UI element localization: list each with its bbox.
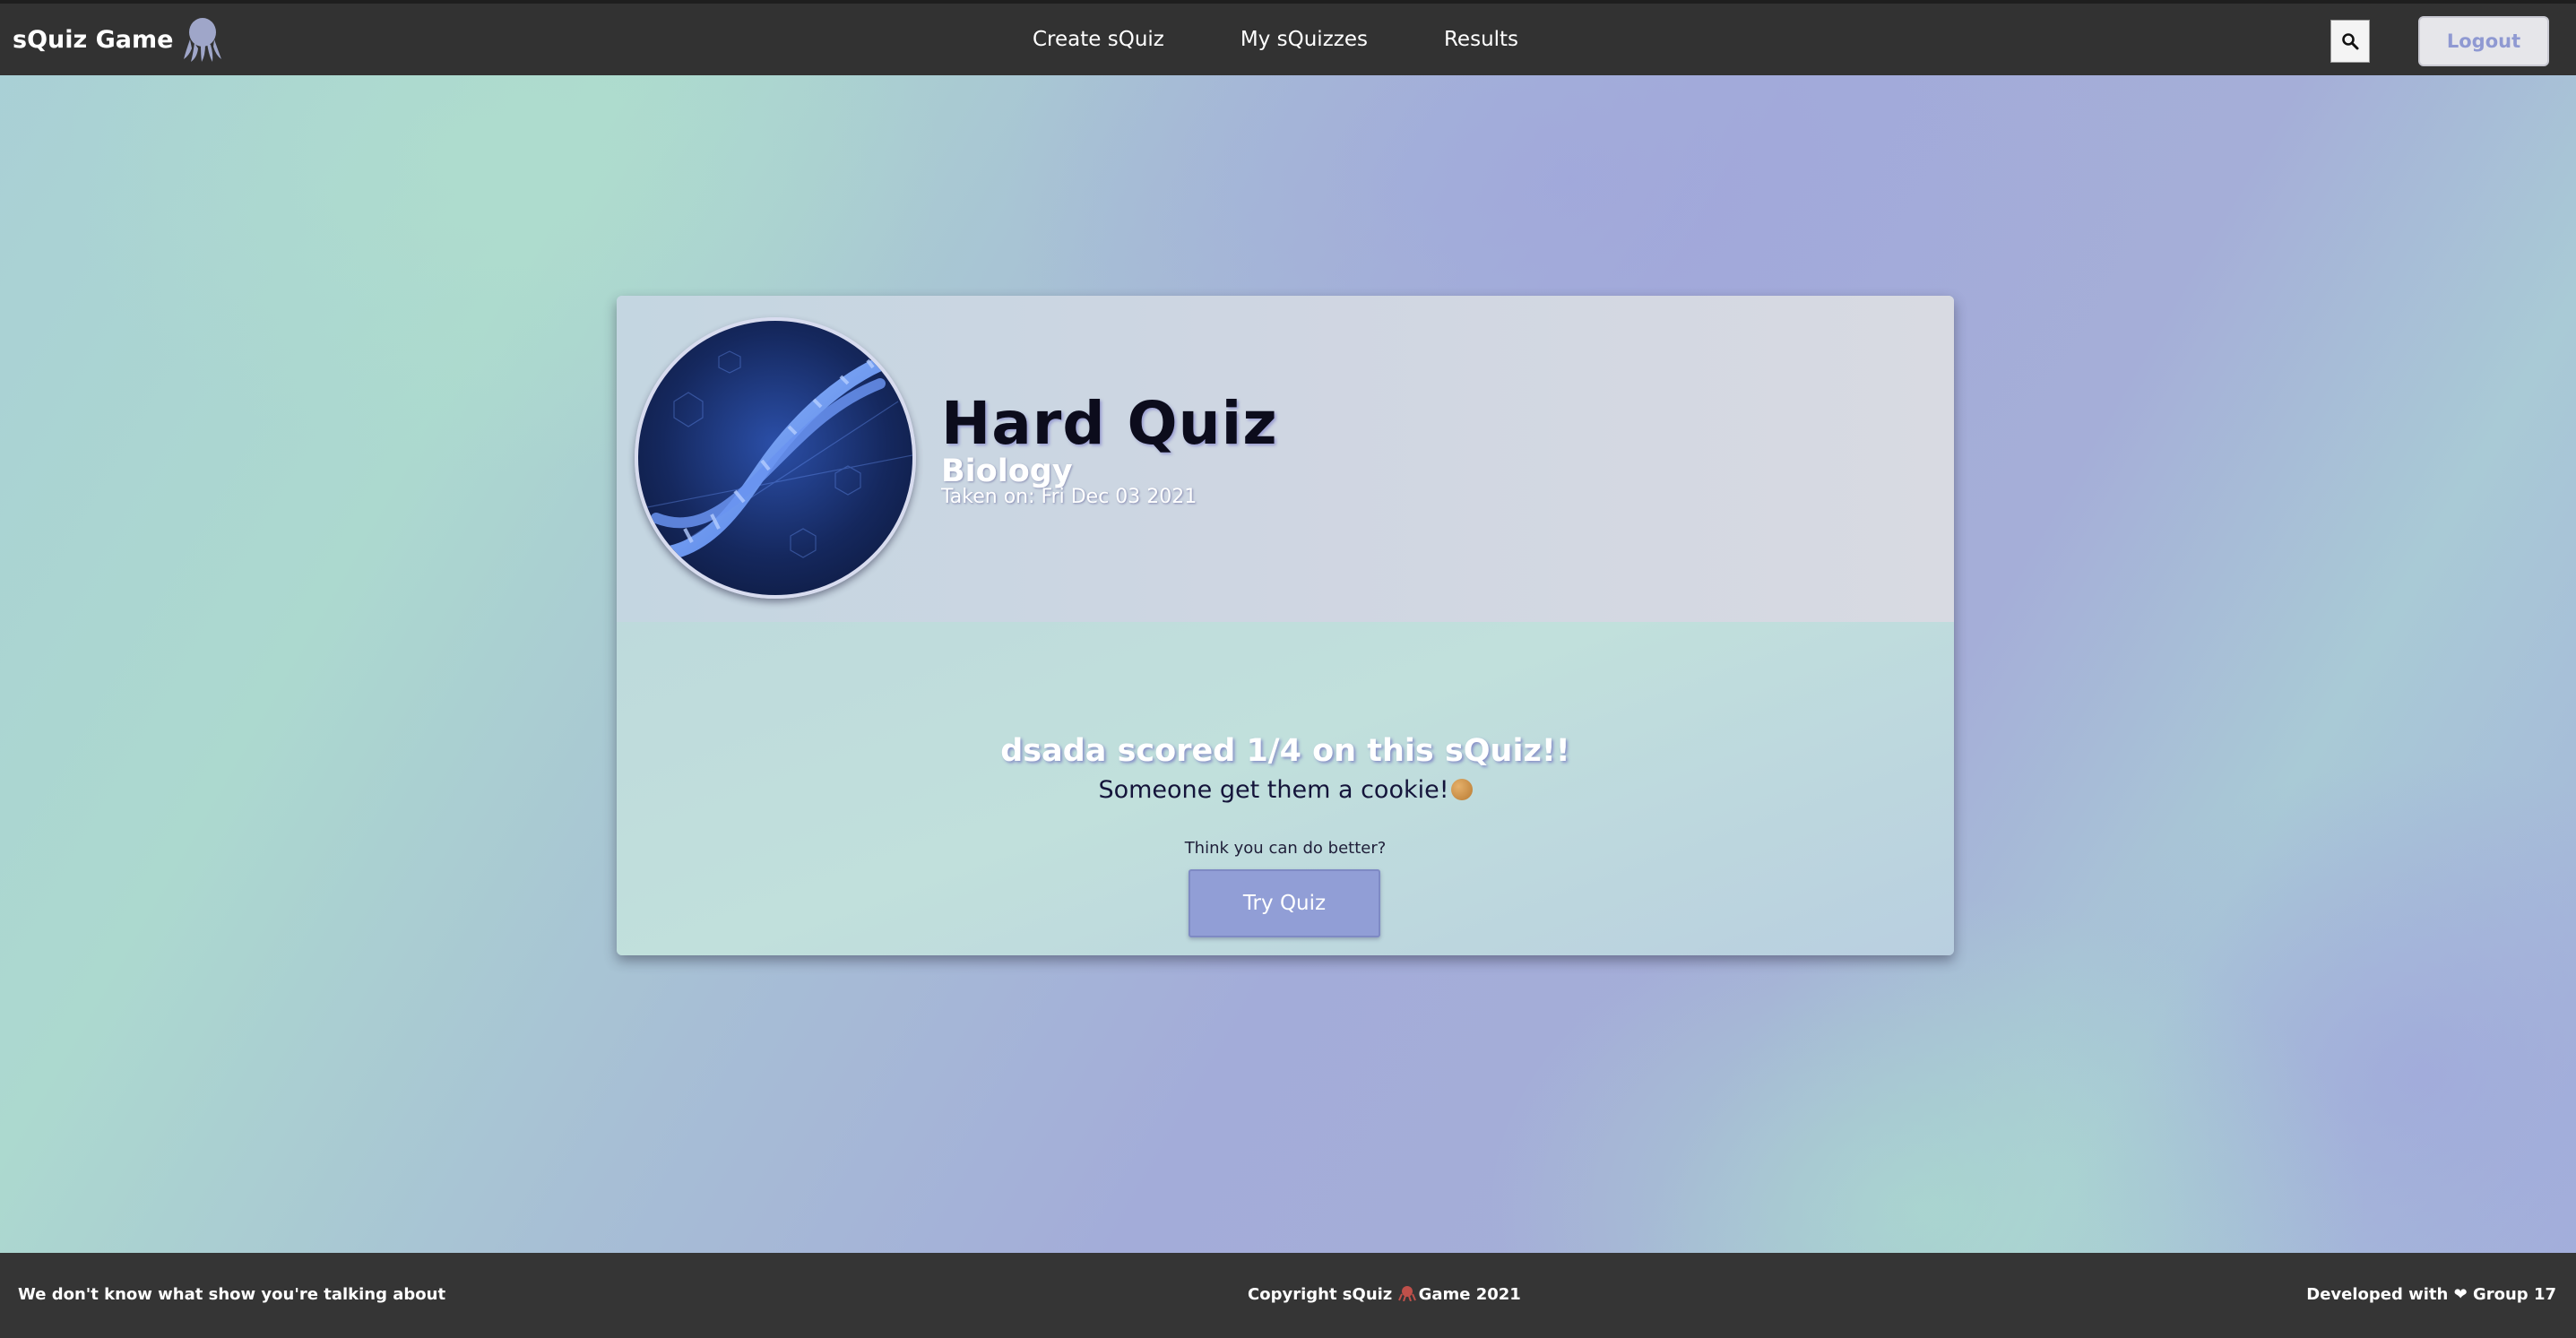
octopus-icon: [1397, 1286, 1416, 1302]
nav-results[interactable]: Results: [1444, 28, 1518, 51]
challenge-prompt: Think you can do better?: [1184, 839, 1387, 858]
quiz-taken-date: Taken on: Fri Dec 03 2021: [941, 486, 1197, 508]
try-quiz-button[interactable]: Try Quiz: [1189, 869, 1380, 937]
search-button[interactable]: [2330, 20, 2370, 63]
quiz-image: [635, 317, 916, 599]
footer: We don't know what show you're talking a…: [0, 1253, 2576, 1338]
cookie-message: Someone get them a cookie!: [617, 776, 1954, 804]
top-navbar: sQuiz Game Create sQuiz My sQuizzes Resu…: [0, 4, 2576, 75]
result-card: Hard Quiz Biology Taken on: Fri Dec 03 2…: [617, 296, 1954, 955]
footer-copyright-post: Game 2021: [1418, 1285, 1521, 1304]
quiz-title: Hard Quiz: [941, 389, 1278, 458]
main-nav: Create sQuiz My sQuizzes Results: [1033, 4, 1595, 75]
nav-create-squiz[interactable]: Create sQuiz: [1033, 28, 1164, 51]
search-icon: [2342, 33, 2359, 50]
logout-button[interactable]: Logout: [2418, 16, 2549, 66]
footer-copyright: Copyright sQuiz Game 2021: [1248, 1285, 1521, 1304]
nav-my-squizzes[interactable]: My sQuizzes: [1240, 28, 1368, 51]
cookie-icon: [1450, 779, 1473, 800]
score-message: dsada scored 1/4 on this sQuiz!!: [1000, 733, 1570, 769]
brand[interactable]: sQuiz Game: [13, 4, 223, 75]
quiz-topic: Biology: [941, 453, 1073, 489]
octopus-icon: [184, 18, 222, 62]
dna-helix-image: [638, 350, 912, 561]
brand-label: sQuiz Game: [13, 25, 174, 54]
footer-copyright-pre: Copyright sQuiz: [1248, 1285, 1398, 1304]
footer-credits: Developed with ❤ Group 17: [2306, 1285, 2556, 1304]
footer-tagline: We don't know what show you're talking a…: [18, 1285, 446, 1304]
cookie-message-text: Someone get them a cookie!: [1098, 776, 1449, 804]
card-header: Hard Quiz Biology Taken on: Fri Dec 03 2…: [617, 296, 1954, 622]
